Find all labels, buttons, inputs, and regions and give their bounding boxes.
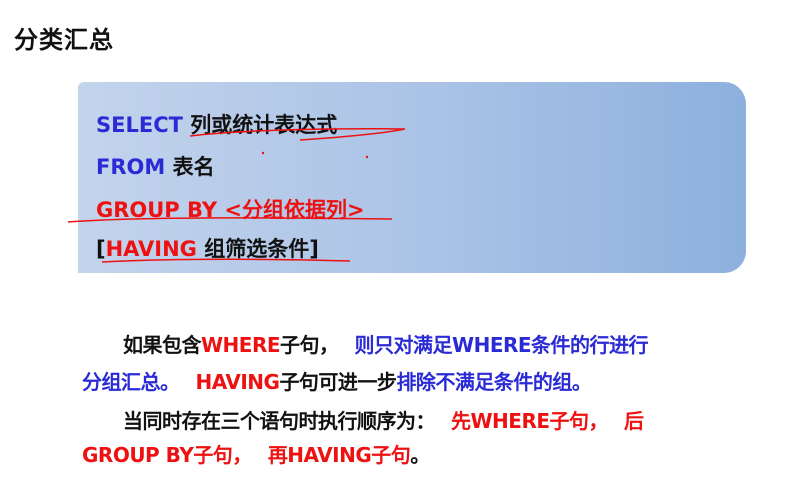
highlight-text: 则只对满足WHERE条件的行进行 (354, 333, 649, 357)
having-bracket-open: [ (96, 237, 106, 261)
having-keyword-text: HAVING (195, 370, 280, 394)
having-condition: 组筛选条件] (204, 237, 319, 261)
order-having: 再HAVING子句 (267, 443, 411, 467)
group-by-keyword: GROUP BY (96, 198, 218, 222)
text-segment: 子句， (280, 333, 339, 357)
highlight-text: 分组汇总。 (82, 370, 180, 394)
paragraph-line-1: 如果包含WHERE子句， 则只对满足WHERE条件的行进行 (123, 329, 649, 358)
group-by-column: <分组依据列> (224, 198, 365, 222)
select-expression: 列或统计表达式 (190, 113, 338, 137)
text-segment: 如果包含 (123, 333, 202, 357)
sql-line-from: FROM 表名 (96, 151, 215, 181)
paragraph-line-3: 当同时存在三个语句时执行顺序为： 先WHERE子句， 后 (123, 405, 644, 434)
having-keyword: HAVING (105, 237, 197, 261)
order-then: 后 (624, 409, 644, 433)
from-keyword: FROM (96, 155, 166, 179)
highlight-text: 排除不满足条件的组。 (396, 370, 592, 394)
sql-line-group-by: GROUP BY <分组依据列> (96, 194, 365, 224)
page-title: 分类汇总 (14, 26, 114, 54)
sql-line-select: SELECT 列或统计表达式 (96, 109, 337, 139)
order-group-by: GROUP BY子句， (82, 443, 252, 467)
paragraph-line-2: 分组汇总。 HAVING子句可进一步排除不满足条件的组。 (82, 366, 592, 395)
text-segment: 子句可进一步 (279, 370, 397, 394)
select-keyword: SELECT (96, 113, 183, 137)
order-where: 先WHERE子句， (451, 409, 609, 433)
paragraph-line-4: GROUP BY子句， 再HAVING子句。 (82, 439, 430, 468)
text-segment: 当同时存在三个语句时执行顺序为： (123, 409, 436, 433)
where-keyword: WHERE (201, 333, 281, 357)
text-segment: 。 (410, 443, 430, 467)
sql-line-having: [HAVING 组筛选条件] (96, 233, 319, 263)
table-name: 表名 (172, 155, 215, 179)
